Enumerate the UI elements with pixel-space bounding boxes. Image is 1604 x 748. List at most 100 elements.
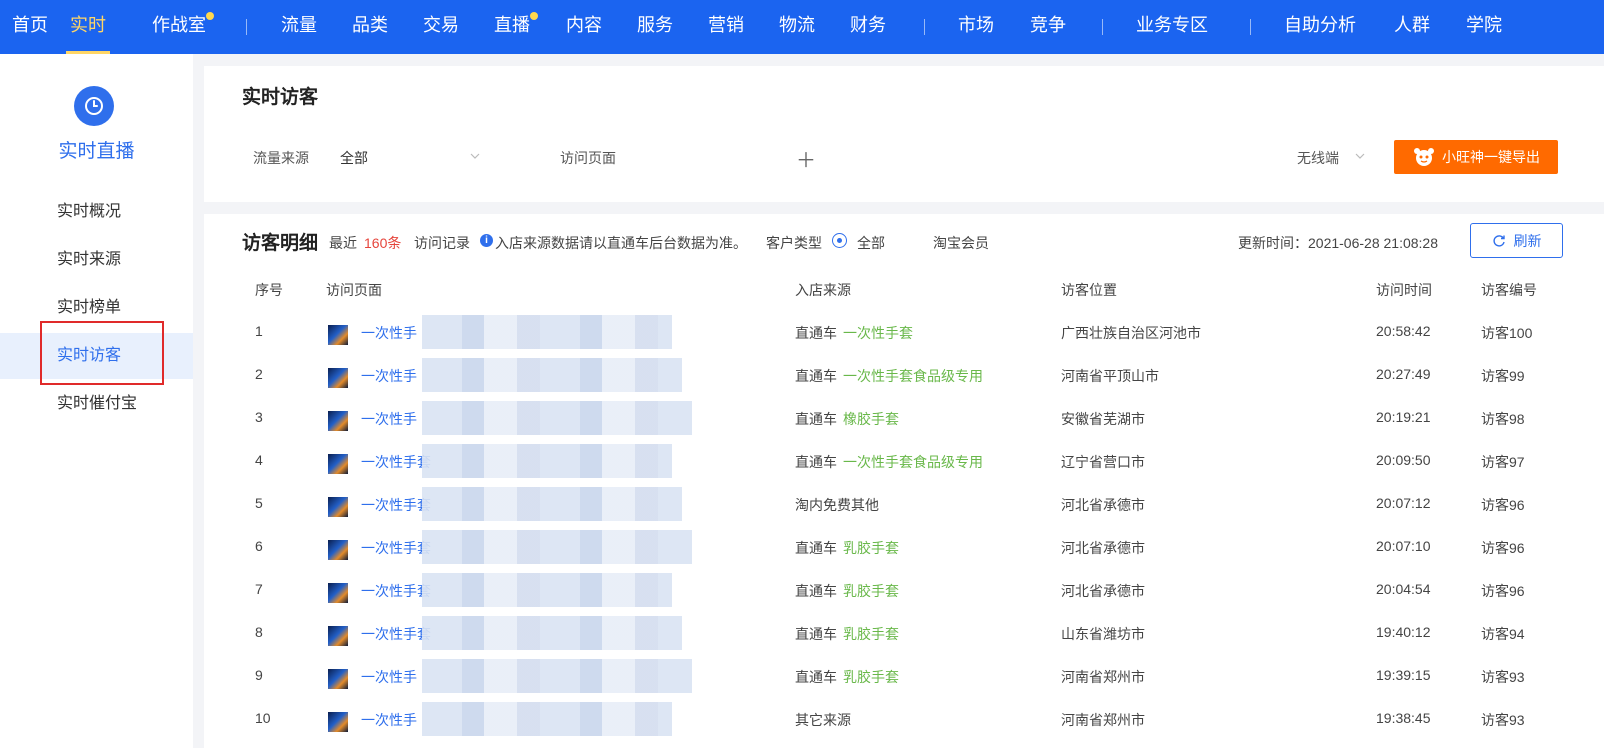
product-thumbnail [328, 583, 348, 603]
nav-item-crowd[interactable]: 人群 [1394, 0, 1430, 54]
record-count: 160条 [364, 235, 402, 251]
column-header: 入店来源 [795, 282, 851, 298]
row-number: 8 [255, 624, 263, 640]
notification-dot [530, 12, 538, 20]
sidebar: 实时直播 实时概况 实时来源 实时榜单 实时访客 实时催付宝 [0, 54, 193, 748]
nav-item-market[interactable]: 市场 [958, 0, 994, 54]
clock-icon [74, 86, 114, 126]
visitor-table-card: 访客明细 最近 160条 访问记录 i 入店来源数据请以直通车后台数据为准。 客… [204, 214, 1604, 748]
nav-item-category[interactable]: 品类 [352, 0, 388, 54]
visit-time: 19:38:45 [1376, 710, 1431, 726]
nav-item-self-analysis[interactable]: 自助分析 [1284, 0, 1356, 54]
visitor-id: 访客100 [1481, 325, 1533, 341]
product-thumbnail [328, 411, 348, 431]
product-link[interactable]: 一次性手套 [361, 581, 431, 601]
highlight-annotation-box [40, 321, 164, 385]
visitor-id: 访客93 [1481, 669, 1525, 685]
row-number: 9 [255, 667, 263, 683]
customer-type-all[interactable]: 全部 [857, 233, 885, 253]
customer-type-member[interactable]: 淘宝会员 [933, 233, 989, 253]
visit-time: 19:39:15 [1376, 667, 1431, 683]
visit-time: 20:58:42 [1376, 323, 1431, 339]
visitor-id: 访客93 [1481, 712, 1525, 728]
product-link[interactable]: 一次性手 [361, 667, 417, 687]
source-channel: 直通车 [795, 669, 837, 685]
sidebar-item-payment-reminder[interactable]: 实时催付宝 [0, 381, 193, 427]
visit-time: 20:07:12 [1376, 495, 1431, 511]
product-link[interactable]: 一次性手套 [361, 624, 431, 644]
sidebar-item-overview[interactable]: 实时概况 [0, 189, 193, 235]
visit-time: 20:27:49 [1376, 366, 1431, 382]
refresh-button[interactable]: 刷新 [1470, 223, 1563, 258]
visitor-location: 河南省郑州市 [1061, 669, 1145, 685]
visitor-location: 安徽省芜湖市 [1061, 411, 1145, 427]
source-keyword: 一次性手套食品级专用 [843, 368, 983, 384]
redacted-blur [422, 702, 672, 736]
nav-item-business-zone[interactable]: 业务专区 [1136, 0, 1208, 54]
redacted-blur [422, 444, 672, 478]
nav-item-content[interactable]: 内容 [566, 0, 602, 54]
product-thumbnail [328, 712, 348, 732]
chevron-down-icon[interactable] [1354, 150, 1366, 162]
sidebar-item-sources[interactable]: 实时来源 [0, 237, 193, 283]
nav-item-realtime[interactable]: 实时 [66, 0, 110, 54]
visitor-id: 访客96 [1481, 497, 1525, 513]
entry-source: 直通车 乳胶手套 [795, 581, 899, 601]
nav-item-marketing[interactable]: 营销 [708, 0, 744, 54]
row-number: 5 [255, 495, 263, 511]
top-nav: 首页 实时 作战室 流量 品类 交易 直播 内容 服务 营销 物流 财务 市场 … [0, 0, 1604, 54]
page-title: 实时访客 [242, 87, 319, 108]
row-number: 2 [255, 366, 263, 382]
product-link[interactable]: 一次性手套 [361, 495, 431, 515]
export-button[interactable]: 小旺神一键导出 [1394, 140, 1558, 174]
nav-item-trade[interactable]: 交易 [423, 0, 459, 54]
nav-item-academy[interactable]: 学院 [1466, 0, 1502, 54]
traffic-source-label: 流量来源 [253, 150, 309, 166]
chevron-down-icon[interactable] [469, 150, 481, 162]
product-link[interactable]: 一次性手套 [361, 452, 431, 472]
nav-item-competition[interactable]: 竞争 [1030, 0, 1066, 54]
redacted-blur [422, 487, 682, 521]
entry-source: 直通车 乳胶手套 [795, 667, 899, 687]
redacted-blur [422, 616, 682, 650]
nav-item-logistics[interactable]: 物流 [779, 0, 815, 54]
redacted-blur [422, 358, 682, 392]
visitor-location: 河南省郑州市 [1061, 712, 1145, 728]
source-channel: 直通车 [795, 583, 837, 599]
radio-all[interactable] [832, 233, 847, 248]
source-keyword: 一次性手套食品级专用 [843, 454, 983, 470]
product-link[interactable]: 一次性手套 [361, 538, 431, 558]
device-select[interactable]: 无线端 [1297, 148, 1339, 168]
row-number: 1 [255, 323, 263, 339]
source-keyword: 乳胶手套 [843, 669, 899, 685]
visitor-id: 访客97 [1481, 454, 1525, 470]
nav-divider [1250, 19, 1251, 35]
product-link[interactable]: 一次性手 [361, 409, 417, 429]
visitor-location: 河北省承德市 [1061, 497, 1145, 513]
column-header: 访问时间 [1376, 282, 1432, 298]
entry-source: 直通车 乳胶手套 [795, 624, 899, 644]
product-thumbnail [328, 497, 348, 517]
product-thumbnail [328, 540, 348, 560]
mascot-icon [1414, 148, 1434, 166]
source-keyword: 乳胶手套 [843, 540, 899, 556]
product-link[interactable]: 一次性手 [361, 366, 417, 386]
product-link[interactable]: 一次性手 [361, 323, 417, 343]
traffic-source-select[interactable]: 全部 [340, 148, 368, 168]
product-link[interactable]: 一次性手 [361, 710, 417, 730]
column-header: 访客位置 [1061, 282, 1117, 298]
export-button-label: 小旺神一键导出 [1442, 149, 1540, 165]
entry-source: 直通车 一次性手套食品级专用 [795, 366, 983, 386]
nav-item-finance[interactable]: 财务 [850, 0, 886, 54]
redacted-blur [422, 315, 672, 349]
nav-item-live[interactable]: 直播 [494, 0, 538, 54]
nav-item-traffic[interactable]: 流量 [281, 0, 317, 54]
nav-item-war-room[interactable]: 作战室 [152, 0, 214, 54]
nav-item-home[interactable]: 首页 [12, 0, 48, 54]
sidebar-title: 实时直播 [58, 141, 135, 162]
column-header: 访问页面 [326, 282, 382, 298]
add-page-icon[interactable]: ＋ [796, 144, 816, 173]
nav-item-service[interactable]: 服务 [637, 0, 673, 54]
row-number: 7 [255, 581, 263, 597]
row-number: 3 [255, 409, 263, 425]
